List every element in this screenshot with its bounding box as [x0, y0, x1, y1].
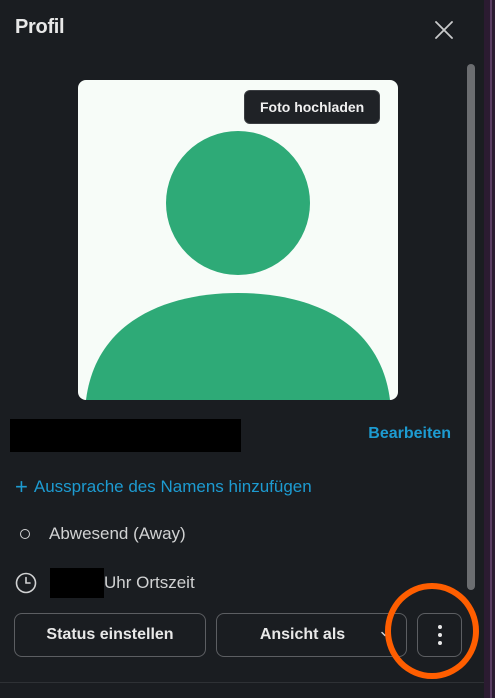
profile-panel: Profil Foto hochladen Bearbeiten + Aussp…: [0, 0, 484, 698]
local-time-value-redacted: [50, 568, 104, 598]
local-time-label: Uhr Ortszeit: [104, 573, 195, 592]
upload-photo-button[interactable]: Foto hochladen: [244, 90, 381, 124]
clock-icon: [15, 572, 37, 594]
close-button[interactable]: [428, 14, 460, 46]
away-status-icon: [20, 529, 30, 539]
add-name-pronunciation-link[interactable]: + Aussprache des Namens hinzufügen: [15, 474, 312, 499]
user-placeholder-icon: [86, 131, 390, 400]
vertical-ellipsis-icon: [437, 625, 442, 645]
scrollbar-thumb[interactable]: [467, 64, 475, 590]
panel-title: Profil: [15, 16, 65, 38]
avatar: [78, 80, 398, 400]
plus-icon: +: [15, 474, 28, 499]
view-as-label: Ansicht als: [259, 626, 346, 643]
set-status-button[interactable]: Status einstellen: [14, 613, 206, 657]
local-time: Uhr Ortszeit: [15, 568, 195, 598]
more-actions-button[interactable]: [417, 613, 462, 657]
display-name-redacted: [10, 419, 241, 452]
presence-status-label: Abwesend (Away): [49, 524, 186, 543]
pronunciation-label: Aussprache des Namens hinzufügen: [33, 477, 312, 496]
close-icon: [435, 21, 453, 39]
chevron-down-icon: [381, 631, 389, 637]
divider: [0, 682, 484, 683]
window-edge-line: [490, 0, 492, 698]
presence-status: Abwesend (Away): [20, 524, 186, 544]
view-as-button[interactable]: Ansicht als: [216, 613, 407, 657]
set-status-label: Status einstellen: [46, 626, 174, 643]
edit-profile-link[interactable]: Bearbeiten: [368, 425, 451, 443]
